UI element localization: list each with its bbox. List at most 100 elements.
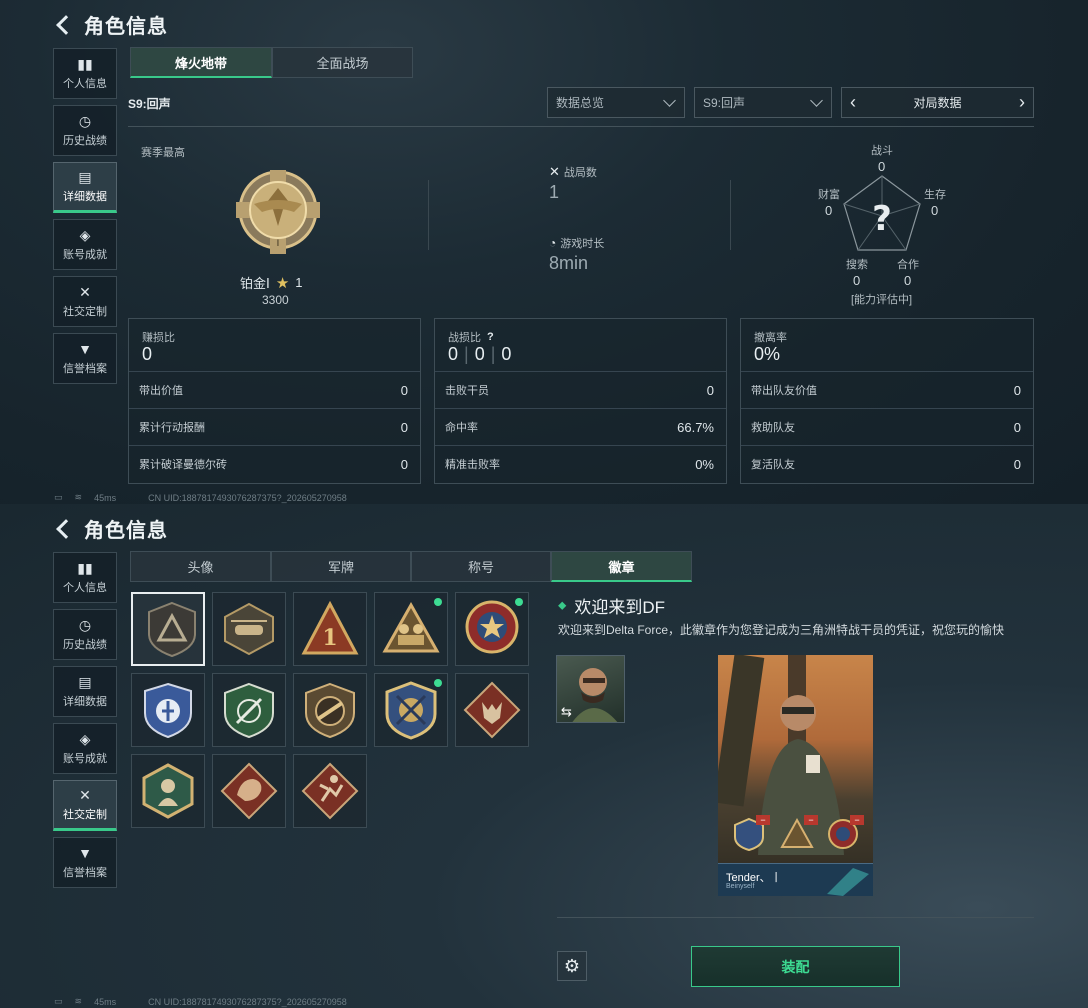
status-bar: ▭ ≋ 45ms CN UID:1887817493076287375?_202… xyxy=(54,996,347,1007)
folder-icon: ▤ xyxy=(78,168,92,185)
badge-screen: 角色信息 ▮▮ 个人信息 ◷ 历史战绩 ▤ 详细数据 ◈ 账号成就 ✕ 社交定制 ▼ 信誉档… xyxy=(0,504,1088,1008)
badge-item[interactable] xyxy=(293,673,367,747)
card-player-subtitle: Beinyself xyxy=(726,883,755,890)
medal-icon: ◈ xyxy=(79,730,91,747)
tab-badge[interactable]: 徽章 xyxy=(551,551,692,582)
badge-item[interactable]: 1 xyxy=(293,592,367,666)
number-one-badge-icon: 1 xyxy=(301,601,359,655)
match-data-switch[interactable]: ‹ 对局数据 › xyxy=(841,87,1034,118)
badge-item[interactable] xyxy=(131,592,205,666)
badge-item[interactable] xyxy=(131,754,205,828)
header: 角色信息 xyxy=(54,10,168,39)
sidebar: ▮▮ 个人信息 ◷ 历史战绩 ▤ 详细数据 ◈ 账号成就 ✕ 社交定制 ▼ 信誉档案 xyxy=(53,48,117,390)
clock-icon: ◷ xyxy=(78,112,92,129)
status-bar: ▭ ≋ 45ms CN UID:1887817493076287375?_202… xyxy=(54,492,347,503)
stat-row: 命中率 66.7% xyxy=(435,408,726,445)
sidebar-item-history[interactable]: ◷ 历史战绩 xyxy=(53,105,117,156)
sidebar-item-credit[interactable]: ▼ 信誉档案 xyxy=(53,837,117,888)
green-hex-badge-icon xyxy=(142,763,194,819)
extract-panel: 撤离率 0% 带出队友价值 0 救助队友 0 复活队友 0 xyxy=(740,318,1034,484)
chevron-down-icon xyxy=(810,94,823,107)
sidebar-item-social[interactable]: ✕ 社交定制 xyxy=(53,276,117,327)
badge-title: 欢迎来到DF xyxy=(574,598,666,617)
sidebar-item-history[interactable]: ◷ 历史战绩 xyxy=(53,609,117,660)
badge-item[interactable] xyxy=(131,673,205,747)
new-indicator xyxy=(434,598,442,606)
chevron-left-icon[interactable]: ‹ xyxy=(850,92,856,113)
sidebar-item-profile[interactable]: ▮▮ 个人信息 xyxy=(53,48,117,99)
radar-battle-value: 0 xyxy=(878,159,886,174)
radar-coop-value: 0 xyxy=(904,273,912,288)
chevron-right-icon[interactable]: › xyxy=(1019,92,1025,113)
wolf-badge-icon xyxy=(463,681,521,739)
crossed-swords-icon: ✕ xyxy=(549,164,560,179)
new-indicator xyxy=(434,679,442,687)
svg-text:1: 1 xyxy=(322,625,337,651)
kd-panel: 战损比 ? 0 | 0 | 0 击败干员 0 命中率 66.7% 精准击败率 0% xyxy=(434,318,727,484)
sidebar-item-detail[interactable]: ▤ 详细数据 xyxy=(53,162,117,213)
svg-text:Ⅰ: Ⅰ xyxy=(277,239,280,249)
tab-warfare[interactable]: 全面战场 xyxy=(272,47,413,78)
star-icon: ★ xyxy=(275,274,290,292)
season-label: S9:回声 xyxy=(128,97,171,111)
settings-gear-icon[interactable]: ⚙ xyxy=(557,951,587,981)
radar-note: [能力评估中] xyxy=(851,294,913,306)
radar-survival-value: 0 xyxy=(931,203,939,218)
rank-stars: 1 xyxy=(295,275,303,290)
tab-title[interactable]: 称号 xyxy=(411,551,551,582)
equipped-badge-slot[interactable]: − xyxy=(826,815,864,851)
overview-dropdown[interactable]: 数据总览 xyxy=(547,87,685,118)
badge-item[interactable] xyxy=(374,673,448,747)
battery-icon: ▭ xyxy=(54,492,63,502)
back-arrow-icon[interactable] xyxy=(54,14,76,36)
badge-item[interactable] xyxy=(212,673,286,747)
back-arrow-icon[interactable] xyxy=(54,518,76,540)
sidebar-item-achievement[interactable]: ◈ 账号成就 xyxy=(53,723,117,774)
operator-avatar[interactable]: ⇆ xyxy=(556,655,625,723)
swap-icon[interactable]: ⇆ xyxy=(561,704,572,720)
season-best-label: 赛季最高 xyxy=(141,147,185,159)
equip-button[interactable]: 装配 xyxy=(691,946,900,987)
folder-icon: ▤ xyxy=(78,673,92,690)
stat-row: 精准击败率 0% xyxy=(435,445,726,482)
remove-badge-icon[interactable]: − xyxy=(756,815,770,825)
sidebar-item-profile[interactable]: ▮▮ 个人信息 xyxy=(53,552,117,603)
stopwatch-icon: ◔ xyxy=(549,236,557,250)
equipped-badge-slot[interactable]: − xyxy=(780,815,818,851)
remove-badge-icon[interactable]: − xyxy=(804,815,818,825)
sidebar-item-credit[interactable]: ▼ 信誉档案 xyxy=(53,333,117,384)
badge-item[interactable] xyxy=(455,673,529,747)
bar-chart-icon: ▮▮ xyxy=(77,55,93,72)
badge-item[interactable] xyxy=(455,592,529,666)
dragon-badge-icon xyxy=(220,762,278,820)
sidebar-item-detail[interactable]: ▤ 详细数据 xyxy=(53,666,117,717)
blue-shield-badge-icon xyxy=(144,682,192,739)
tab-extraction[interactable]: 烽火地带 xyxy=(130,47,272,78)
tools-icon: ✕ xyxy=(79,786,91,803)
help-icon[interactable]: ? xyxy=(487,331,494,343)
badge-item[interactable] xyxy=(212,592,286,666)
sidebar-item-social[interactable]: ✕ 社交定制 xyxy=(53,780,117,831)
page-title: 角色信息 xyxy=(84,16,168,38)
badge-item[interactable] xyxy=(293,754,367,828)
tab-dogtag[interactable]: 军牌 xyxy=(271,551,411,582)
mode-tabs: 烽火地带 全面战场 xyxy=(130,47,413,78)
radar-coop-label: 合作 xyxy=(897,259,919,271)
wifi-icon: ≋ xyxy=(74,996,83,1006)
sidebar-item-achievement[interactable]: ◈ 账号成就 xyxy=(53,219,117,270)
tools-icon: ✕ xyxy=(79,283,91,300)
divider xyxy=(730,180,731,250)
equipped-badge-slot[interactable]: − xyxy=(732,815,770,852)
tab-avatar[interactable]: 头像 xyxy=(130,551,271,582)
badge-item[interactable] xyxy=(212,754,286,828)
svg-text:?: ? xyxy=(872,199,892,239)
badge-item[interactable] xyxy=(374,592,448,666)
chevron-down-icon xyxy=(663,94,676,107)
sidebar: ▮▮ 个人信息 ◷ 历史战绩 ▤ 详细数据 ◈ 账号成就 ✕ 社交定制 ▼ 信誉档案 xyxy=(53,552,117,894)
battery-icon: ▭ xyxy=(54,996,63,1006)
stat-row: 累计行动报酬 0 xyxy=(129,408,420,445)
new-indicator xyxy=(515,598,523,606)
crossed-rifles-badge-icon xyxy=(385,681,437,740)
season-dropdown[interactable]: S9:回声 xyxy=(694,87,832,118)
remove-badge-icon[interactable]: − xyxy=(850,815,864,825)
